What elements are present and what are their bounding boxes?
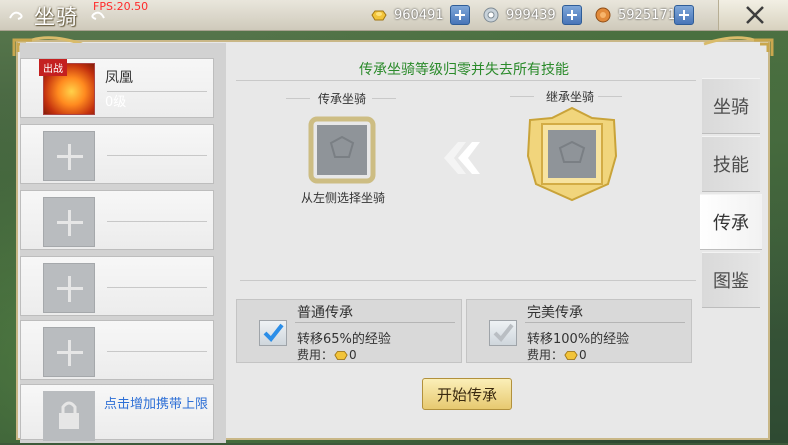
source-mount-slot[interactable] xyxy=(305,113,379,187)
close-button[interactable] xyxy=(718,0,788,30)
empty-mount-slot[interactable] xyxy=(20,320,214,380)
add-silver-button[interactable] xyxy=(562,5,582,25)
divider xyxy=(236,80,696,81)
close-icon xyxy=(746,6,764,24)
deployed-badge: 出战 xyxy=(39,59,67,76)
start-inherit-button[interactable]: 开始传承 xyxy=(422,378,512,410)
divider xyxy=(240,280,696,281)
normal-inherit-checkbox[interactable] xyxy=(259,320,287,346)
target-mount-slot[interactable] xyxy=(522,106,622,202)
tab-mount[interactable]: 坐骑 xyxy=(702,78,760,134)
page-title: 坐骑 xyxy=(34,5,78,29)
cost-value: 0 xyxy=(349,347,357,362)
cost-label: 费用： xyxy=(527,348,564,362)
divider xyxy=(107,351,207,352)
gold-ingot-icon xyxy=(334,350,348,360)
plus-icon xyxy=(43,263,95,313)
resource-copper: 5925171 xyxy=(594,4,694,26)
scroll-ornament-icon xyxy=(9,11,23,20)
tab-skills[interactable]: 技能 xyxy=(702,136,760,192)
silver-coin-icon xyxy=(483,7,499,23)
fps-counter: FPS:20.50 xyxy=(93,0,149,13)
unlock-slot[interactable]: 点击增加携带上限 xyxy=(20,384,214,441)
plus-icon xyxy=(43,131,95,181)
mount-slot-phoenix[interactable]: 出战 凤凰 0级 xyxy=(20,58,214,118)
divider xyxy=(107,155,207,156)
add-gold-button[interactable] xyxy=(450,5,470,25)
divider xyxy=(107,91,207,92)
label-rule xyxy=(372,98,396,99)
checkmark-icon xyxy=(263,323,284,343)
copper-value: 5925171 xyxy=(618,7,676,23)
unlock-link[interactable]: 点击增加携带上限 xyxy=(104,393,208,412)
option-desc: 转移65%的经验 xyxy=(297,332,391,347)
option-desc: 转移100%的经验 xyxy=(527,332,630,347)
gold-ingot-icon xyxy=(564,350,578,360)
option-cost: 费用： 0 xyxy=(297,346,357,363)
tab-inherit[interactable]: 传承 xyxy=(700,194,762,250)
empty-mount-slot[interactable] xyxy=(20,190,214,250)
locked-slot-thumb xyxy=(43,391,95,441)
perfect-inherit-checkbox[interactable] xyxy=(489,320,517,346)
resource-silver: 999439 xyxy=(482,4,582,26)
divider xyxy=(525,322,685,323)
empty-mount-slot[interactable] xyxy=(20,256,214,316)
resource-gold: 960491 xyxy=(370,4,470,26)
label-rule xyxy=(598,96,622,97)
copper-coin-icon xyxy=(595,7,611,23)
mount-name: 凤凰 xyxy=(105,70,133,86)
perfect-inherit-option[interactable]: 完美传承 转移100%的经验 费用： 0 xyxy=(466,299,692,363)
arrow-right-icon xyxy=(444,142,480,174)
empty-mount-slot[interactable] xyxy=(20,124,214,184)
option-title: 完美传承 xyxy=(527,305,583,321)
option-cost: 费用： 0 xyxy=(527,346,587,363)
divider xyxy=(295,322,455,323)
plus-icon xyxy=(43,197,95,247)
top-bar: 坐骑 FPS:20.50 960491 999439 5925171 xyxy=(0,0,788,31)
cost-label: 费用： xyxy=(297,348,334,362)
divider xyxy=(107,221,207,222)
normal-inherit-option[interactable]: 普通传承 转移65%的经验 费用： 0 xyxy=(236,299,462,363)
select-hint: 从左侧选择坐骑 xyxy=(300,191,385,205)
corner-ornament-icon xyxy=(703,36,774,56)
checkmark-icon xyxy=(493,323,514,343)
silver-value: 999439 xyxy=(506,7,556,23)
mount-level: 0级 xyxy=(105,95,127,110)
option-title: 普通传承 xyxy=(297,305,353,321)
tab-collection[interactable]: 图鉴 xyxy=(702,252,760,308)
inherit-headline: 传承坐骑等级归零并失去所有技能 xyxy=(359,62,569,78)
add-copper-button[interactable] xyxy=(674,5,694,25)
cost-value: 0 xyxy=(579,347,587,362)
lock-icon xyxy=(59,401,79,429)
gold-value: 960491 xyxy=(394,7,444,23)
gold-ingot-icon xyxy=(371,10,387,21)
plus-icon xyxy=(43,327,95,377)
divider xyxy=(107,287,207,288)
